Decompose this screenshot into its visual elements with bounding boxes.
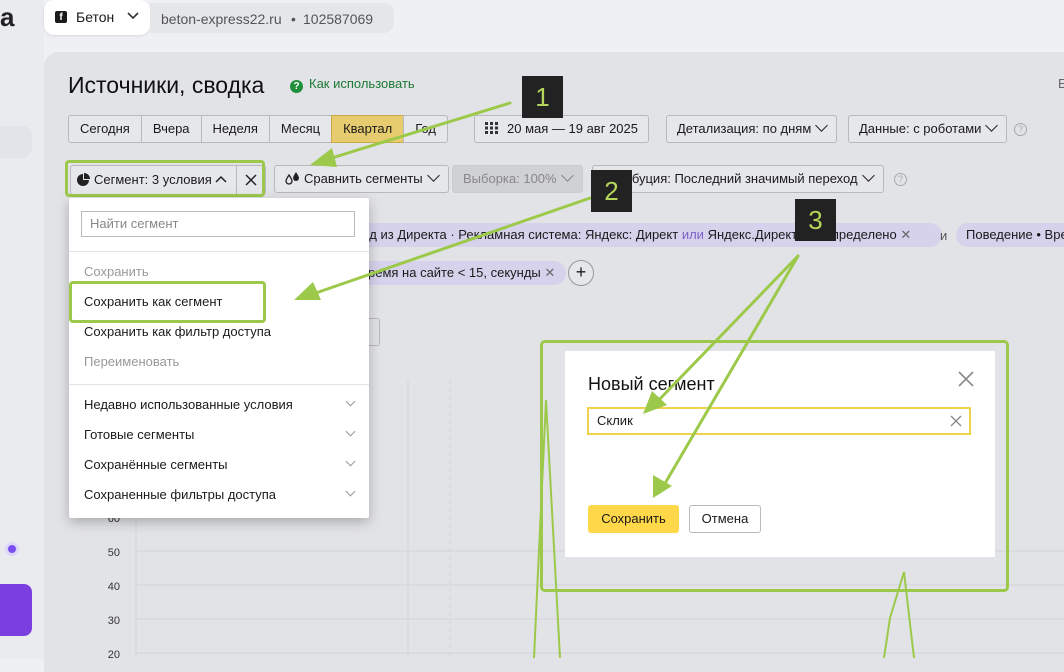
chip-or: или <box>681 227 704 242</box>
new-segment-dialog: Новый сегмент Склик Сохранить Отмена <box>565 351 995 557</box>
y-tick: 50 <box>108 547 120 559</box>
chevron-down-icon <box>985 119 999 132</box>
notification-dot-icon <box>8 545 16 553</box>
step-badge-1: 1 <box>522 76 563 118</box>
period-year[interactable]: Год <box>403 115 448 143</box>
help-icon[interactable]: ? <box>894 173 907 186</box>
chevron-down-icon <box>345 426 356 437</box>
site-separator: • <box>291 11 296 27</box>
section-label: Готовые сегменты <box>84 427 195 442</box>
segment-search-input[interactable]: Найти сегмент <box>81 211 355 237</box>
close-icon[interactable] <box>958 371 974 387</box>
filter-chip-time[interactable]: ремя на сайте < 15, секунды ✕ <box>350 261 566 285</box>
chip-text: Поведение • Вре <box>966 227 1064 242</box>
date-range-label: 20 мая — 19 авг 2025 <box>507 121 638 136</box>
attribution-dropdown[interactable]: Атрибуция: Последний значимый переход <box>592 165 884 193</box>
segment-dropdown: Найти сегмент Сохранить Сохранить как се… <box>69 198 369 518</box>
left-rail <box>0 0 44 658</box>
calendar-icon <box>485 122 498 134</box>
period-quarter[interactable]: Квартал <box>331 115 405 143</box>
compare-label: Сравнить сегменты <box>304 171 423 186</box>
period-week[interactable]: Неделя <box>200 115 270 143</box>
filter-chip-source[interactable]: ход из Директа · Рекламная система: Янде… <box>340 223 942 247</box>
counter-selector[interactable]: f Бетон <box>44 0 150 35</box>
date-range-button[interactable]: 20 мая — 19 авг 2025 <box>474 115 649 143</box>
remove-filter-icon[interactable]: ✕ <box>900 227 911 242</box>
drops-icon <box>285 172 299 185</box>
and-label: и <box>940 228 948 243</box>
y-tick: 30 <box>108 615 120 627</box>
chip-text: ремя на сайте < 15, секунды <box>368 265 541 280</box>
chevron-down-icon <box>815 119 829 132</box>
how-to-use-label: Как использовать <box>309 76 415 91</box>
period-today[interactable]: Сегодня <box>68 115 142 143</box>
sample-label: Выборка: 100% <box>463 171 557 186</box>
menu-save[interactable]: Сохранить <box>84 264 149 279</box>
step-badge-3: 3 <box>795 199 836 241</box>
app-logo[interactable]: а <box>0 2 14 33</box>
menu-section-recent[interactable]: Недавно использованные условия <box>84 396 356 412</box>
cancel-button[interactable]: Отмена <box>689 505 761 533</box>
sample-dropdown[interactable]: Выборка: 100% <box>452 165 583 193</box>
page-title: Источники, сводка <box>68 72 265 98</box>
data-mode-dropdown[interactable]: Данные: с роботами <box>848 115 1008 143</box>
chevron-down-icon <box>861 169 875 182</box>
menu-save-as-access-filter[interactable]: Сохранить как фильтр доступа <box>84 324 271 339</box>
attribution-label: Атрибуция: Последний значимый переход <box>603 171 858 186</box>
site-domain: beton-express22.ru <box>161 11 282 27</box>
help-icon[interactable]: ? <box>1014 123 1027 136</box>
chevron-down-icon <box>127 12 139 20</box>
detail-dropdown[interactable]: Детализация: по дням <box>666 115 838 143</box>
menu-section-ready[interactable]: Готовые сегменты <box>84 426 356 442</box>
detail-label: Детализация: по дням <box>677 121 812 136</box>
save-button[interactable]: Сохранить <box>588 505 679 533</box>
site-info: beton-express22.ru • 102587069 <box>150 3 394 33</box>
chevron-down-icon <box>345 456 356 467</box>
y-tick: 20 <box>108 649 120 658</box>
period-selector: Сегодня Вчера Неделя Месяц Квартал Год <box>68 115 448 143</box>
clear-input-icon[interactable] <box>950 415 962 427</box>
counter-name: Бетон <box>76 9 115 25</box>
section-label: Недавно использованные условия <box>84 397 293 412</box>
rail-nav-item[interactable] <box>0 126 32 158</box>
remove-filter-icon[interactable]: ✕ <box>544 265 555 280</box>
add-filter-button[interactable]: + <box>568 260 594 286</box>
how-to-use-link[interactable]: ? Как использовать <box>290 76 415 93</box>
dialog-title: Новый сегмент <box>588 374 715 394</box>
facebook-icon: f <box>55 11 67 23</box>
segment-name-input[interactable]: Склик <box>587 407 971 435</box>
period-yesterday[interactable]: Вчера <box>140 115 202 143</box>
y-tick: 40 <box>108 581 120 593</box>
help-icon: ? <box>290 80 303 93</box>
counter-id: 102587069 <box>303 11 374 27</box>
rail-action-button[interactable] <box>0 584 32 636</box>
chevron-down-icon <box>345 396 356 407</box>
save-as-segment-highlight <box>69 281 266 323</box>
chevron-down-icon <box>426 169 440 182</box>
data-mode-label: Данные: с роботами <box>859 121 982 136</box>
menu-section-saved[interactable]: Сохранённые сегменты <box>84 456 356 472</box>
period-month[interactable]: Месяц <box>268 115 333 143</box>
filter-chip-behavior[interactable]: Поведение • Вре <box>956 223 1064 247</box>
divider <box>69 384 369 385</box>
step-badge-2: 2 <box>591 170 632 212</box>
chevron-down-icon <box>560 169 574 182</box>
divider <box>69 251 369 252</box>
chip-text: ход из Директа · Рекламная система: Янде… <box>356 227 679 242</box>
menu-section-access-filters[interactable]: Сохраненные фильтры доступа <box>84 486 356 502</box>
menu-rename[interactable]: Переименовать <box>84 354 179 369</box>
section-label: Сохраненные фильтры доступа <box>84 487 277 502</box>
section-label: Сохранённые сегменты <box>84 457 228 472</box>
compare-segments-button[interactable]: Сравнить сегменты <box>274 165 449 193</box>
edge-text: E <box>1058 76 1064 91</box>
chevron-down-icon <box>345 486 356 497</box>
segment-highlight <box>65 160 265 197</box>
